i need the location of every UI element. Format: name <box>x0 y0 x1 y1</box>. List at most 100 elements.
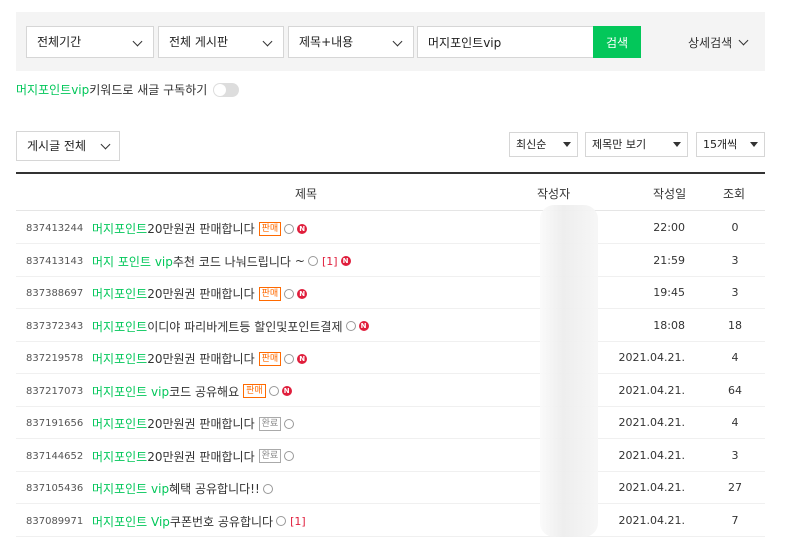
period-select-label: 전체기간 <box>37 35 82 49</box>
title-text: 쿠폰번호 공유합니다 <box>169 514 274 529</box>
table-row[interactable]: 837144652 머지포인트 20만원권 판매합니다 완료 2021.04.21. 3 <box>16 440 765 472</box>
caret-down-icon <box>563 142 571 147</box>
article-title-link[interactable]: 머지포인트 20만원권 판매합니다 판매 N <box>92 350 308 367</box>
header-date: 작성일 <box>653 187 687 201</box>
search-target-select[interactable]: 제목+내용 <box>288 26 414 58</box>
comment-count[interactable]: [1] <box>322 255 338 268</box>
article-title-link[interactable]: 머지포인트 20만원권 판매합니다 완료 <box>92 448 295 465</box>
header-views: 조회 <box>723 187 746 201</box>
article-title-link[interactable]: 머지포인트 20만원권 판매합니다 완료 <box>92 415 295 432</box>
attachment-icon <box>284 451 295 461</box>
chevron-down-icon <box>100 139 111 150</box>
keyword-subscribe: 머지포인트vip 키워드로 새글 구독하기 <box>16 81 240 98</box>
table-row[interactable]: 837105436 머지포인트 vip 혜택 공유합니다!! 2021.04.21.… <box>16 472 765 504</box>
article-views: 64 <box>728 383 742 397</box>
table-row[interactable]: 837089971 머지포인트 Vip 쿠폰번호 공유합니다 [1] 2021.04.2… <box>16 505 765 537</box>
chevron-down-icon <box>392 36 403 47</box>
board-filter-button[interactable]: 게시글 전체 <box>16 131 120 161</box>
chevron-down-icon <box>132 36 143 47</box>
article-date: 2021.04.21. <box>618 448 685 462</box>
page-size-label: 15개씩 <box>703 138 738 151</box>
article-date: 18:08 <box>653 318 685 332</box>
attachment-icon <box>276 516 287 526</box>
title-text: 혜택 공유합니다!! <box>169 482 260 496</box>
article-date: 2021.04.21. <box>618 513 685 527</box>
article-number: 837144652 <box>26 450 84 462</box>
attachment-icon <box>262 483 273 494</box>
attachment-icon <box>345 321 356 331</box>
article-date: 21:59 <box>653 253 685 267</box>
title-keyword: 머지포인트 <box>92 352 148 366</box>
table-row[interactable]: 837413143 머지 포인트 vip 추천 코드 나눠드립니다 ~ [1] N 21:… <box>16 245 765 277</box>
article-number: 837388697 <box>26 288 84 299</box>
tilde-mark: ~ <box>294 254 305 268</box>
search-area: 전체기간 전체 게시판 제목+내용 검색 상세검색 <box>16 12 765 71</box>
title-keyword: 머지 포인트 vip <box>92 254 173 269</box>
title-keyword: 머지포인트 <box>92 287 148 301</box>
board-select[interactable]: 전체 게시판 <box>158 26 284 58</box>
article-views: 3 <box>731 253 739 267</box>
article-date: 19:45 <box>653 286 685 299</box>
board-filter-label: 게시글 전체 <box>27 139 87 153</box>
view-mode-label: 제목만 보기 <box>592 138 647 151</box>
attachment-icon <box>284 353 295 364</box>
sort-select[interactable]: 최신순 <box>509 132 578 157</box>
article-views: 18 <box>728 318 742 332</box>
article-views: 7 <box>731 513 739 527</box>
article-number: 837217073 <box>26 385 84 397</box>
search-input[interactable] <box>417 26 593 58</box>
period-select[interactable]: 전체기간 <box>26 26 154 58</box>
status-tag: 완료 <box>258 449 282 463</box>
title-text: 20만원권 판매합니다 <box>147 417 255 431</box>
header-author: 작성자 <box>537 187 571 201</box>
table-row[interactable]: 837191656 머지포인트 20만원권 판매합니다 완료 2021.04.21. 4 <box>16 407 765 439</box>
table-row[interactable]: 837372343 머지포인트 이디야 파리바게트등 할인및포인트결제 N 18:08… <box>16 310 765 342</box>
article-date: 22:00 <box>653 221 685 234</box>
search-target-label: 제목+내용 <box>299 35 354 49</box>
article-date: 2021.04.21. <box>618 351 685 364</box>
title-keyword: 머지포인트 <box>92 319 148 334</box>
title-keyword: 머지포인트 <box>92 222 148 236</box>
title-text: 20만원권 판매합니다 <box>147 287 255 301</box>
article-title-link[interactable]: 머지포인트 vip 혜택 공유합니다!! <box>92 480 273 497</box>
detail-search-label: 상세검색 <box>688 36 733 50</box>
article-title-link[interactable]: 머지포인트 vip 코드 공유해요 판매 N <box>92 383 292 400</box>
attachment-icon <box>268 386 279 396</box>
view-mode-select[interactable]: 제목만 보기 <box>585 132 688 157</box>
new-badge-icon: N <box>297 223 308 234</box>
status-tag: 판매 <box>258 221 282 236</box>
article-number: 837413244 <box>26 223 84 234</box>
article-title-link[interactable]: 머지포인트 Vip 쿠폰번호 공유합니다 [1] <box>92 513 306 530</box>
title-keyword: 머지포인트 <box>92 417 148 431</box>
article-views: 4 <box>731 416 739 429</box>
subscribe-keyword: 머지포인트vip <box>16 83 90 97</box>
table-row[interactable]: 837217073 머지포인트 vip 코드 공유해요 판매 N 2021.04.21. 6… <box>16 375 765 407</box>
article-number: 837219578 <box>26 353 84 364</box>
article-title-link[interactable]: 머지포인트 20만원권 판매합니다 판매 N <box>92 285 308 302</box>
status-tag: 판매 <box>258 351 282 366</box>
subscribe-toggle[interactable] <box>213 82 240 97</box>
article-title-link[interactable]: 머지포인트 이디야 파리바게트등 할인및포인트결제 N <box>92 318 369 335</box>
chevron-down-icon <box>262 36 273 47</box>
table-row[interactable]: 837219578 머지포인트 20만원권 판매합니다 판매 N 2021.04.21.… <box>16 342 765 374</box>
new-badge-icon: N <box>281 386 292 396</box>
article-title-link[interactable]: 머지포인트 20만원권 판매합니다 판매 N <box>92 220 308 237</box>
attachment-icon <box>307 256 318 266</box>
title-text: 추천 코드 나눠드립니다 <box>172 254 291 269</box>
title-keyword: 머지포인트 Vip <box>92 514 170 529</box>
table-row[interactable]: 837388697 머지포인트 20만원권 판매합니다 판매 N 19:45 3 <box>16 277 765 309</box>
chevron-down-icon <box>738 35 749 46</box>
title-text: 이디야 파리바게트등 할인및포인트결제 <box>147 319 343 334</box>
toggle-knob <box>214 83 227 96</box>
search-button[interactable]: 검색 <box>593 26 641 58</box>
article-views: 3 <box>731 286 739 299</box>
article-title-link[interactable]: 머지 포인트 vip 추천 코드 나눠드립니다 ~ [1] N <box>92 253 351 270</box>
status-tag: 완료 <box>258 416 282 431</box>
page-size-select[interactable]: 15개씩 <box>696 132 765 157</box>
title-text: 20만원권 판매합니다 <box>147 222 255 236</box>
detail-search-button[interactable]: 상세검색 <box>688 34 749 51</box>
title-text: 코드 공유해요 <box>169 384 240 399</box>
table-row[interactable]: 837413244 머지포인트 20만원권 판매합니다 판매 N 22:00 0 <box>16 212 765 244</box>
comment-count[interactable]: [1] <box>290 515 306 528</box>
article-number: 837413143 <box>26 255 84 267</box>
